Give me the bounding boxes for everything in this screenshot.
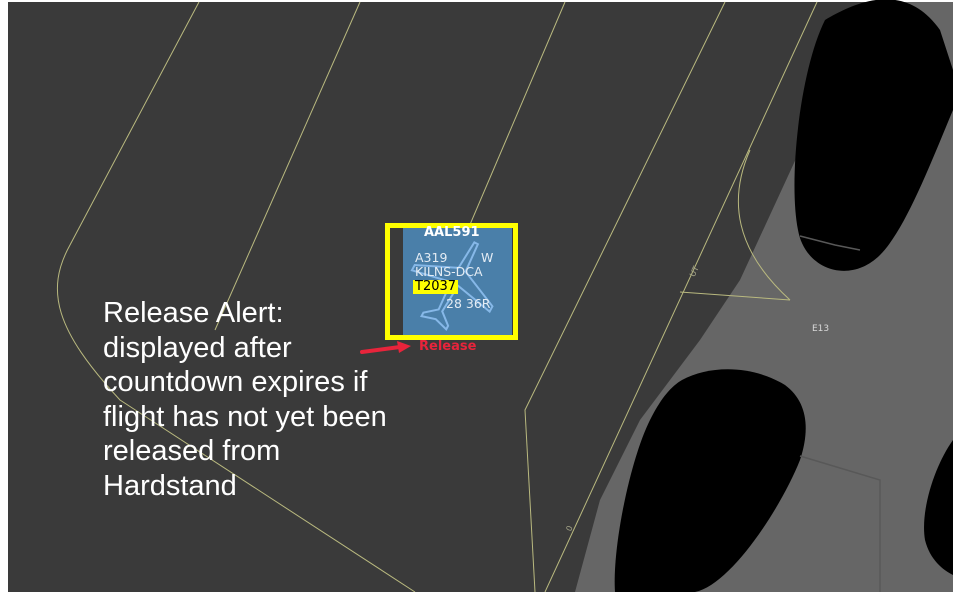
flight-callsign: AAL591 (424, 225, 480, 240)
wake-category: W (481, 250, 494, 265)
annotation-caption: Release Alert: displayed after countdown… (103, 297, 387, 502)
countdown-timer: T2037 (413, 279, 459, 294)
flight-route: KILNS-DCA (415, 264, 483, 279)
aircraft-type: A319 (415, 250, 448, 265)
taxiway-label-e13: E13 (812, 324, 830, 334)
